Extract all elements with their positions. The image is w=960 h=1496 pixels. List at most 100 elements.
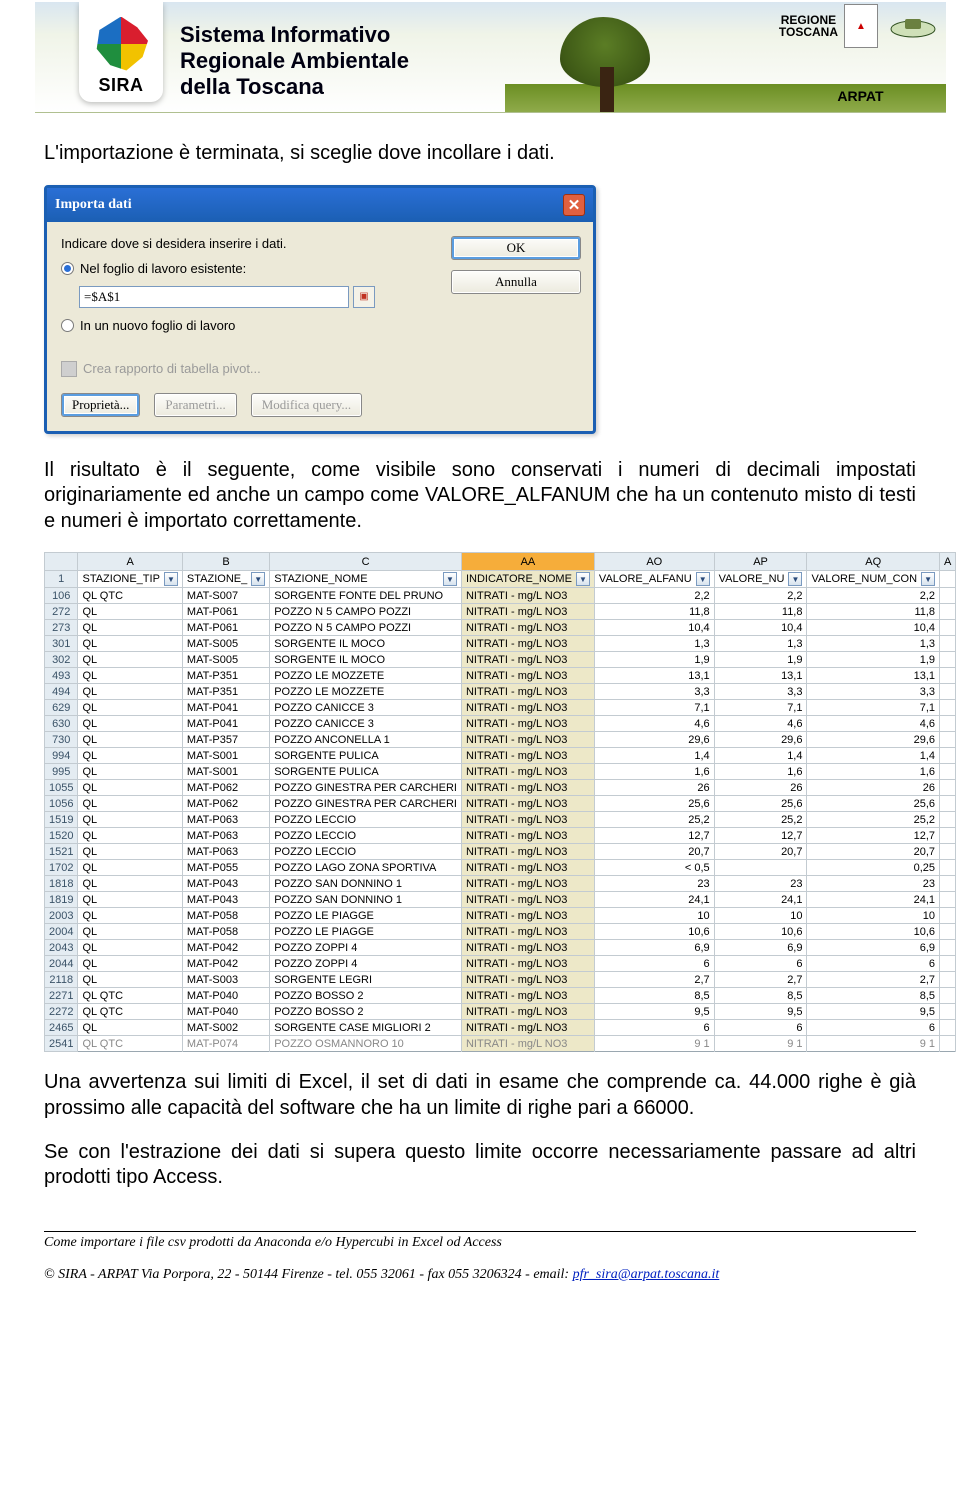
cell[interactable]: POZZO LAGO ZONA SPORTIVA [270,860,462,876]
cell[interactable]: MAT-S001 [182,748,269,764]
cell[interactable]: NITRATI - mg/L NO3 [461,1004,594,1020]
cell[interactable]: POZZO N 5 CAMPO POZZI [270,604,462,620]
cell[interactable]: 6 [594,956,714,972]
cell[interactable]: 2,7 [807,972,940,988]
cell[interactable]: 25,2 [807,812,940,828]
cell[interactable]: QL [78,700,182,716]
column-header[interactable]: STAZIONE_NOME▼ [270,571,462,588]
cell[interactable]: 0,25 [807,860,940,876]
cell[interactable]: QL [78,764,182,780]
cell[interactable]: QL [78,604,182,620]
cell[interactable] [940,1004,956,1020]
cell[interactable]: QL [78,876,182,892]
cell[interactable]: NITRATI - mg/L NO3 [461,924,594,940]
filter-dropdown-icon[interactable]: ▼ [576,572,590,586]
cell[interactable]: MAT-P063 [182,844,269,860]
cell[interactable]: MAT-S002 [182,1020,269,1036]
cell[interactable]: 8,5 [714,988,807,1004]
row-number[interactable]: 1056 [45,796,78,812]
cell[interactable]: NITRATI - mg/L NO3 [461,668,594,684]
cell[interactable]: 26 [807,780,940,796]
row-number[interactable]: 1 [45,571,78,588]
cell[interactable]: 7,1 [594,700,714,716]
row-number[interactable]: 1818 [45,876,78,892]
cell[interactable]: POZZO N 5 CAMPO POZZI [270,620,462,636]
cell[interactable] [940,684,956,700]
cell[interactable] [940,988,956,1004]
cell[interactable]: 25,6 [594,796,714,812]
cell[interactable]: 23 [594,876,714,892]
cell[interactable]: NITRATI - mg/L NO3 [461,620,594,636]
cell[interactable]: 7,1 [807,700,940,716]
cell[interactable]: 1,3 [714,636,807,652]
radio-new-sheet[interactable]: In un nuovo foglio di lavoro [61,318,433,333]
cell[interactable] [940,668,956,684]
radio-existing-sheet[interactable]: Nel foglio di lavoro esistente: [61,261,433,276]
cell[interactable]: QL [78,748,182,764]
cell[interactable]: MAT-P042 [182,956,269,972]
cell[interactable]: POZZO ZOPPI 4 [270,956,462,972]
cell[interactable]: MAT-P043 [182,892,269,908]
cell[interactable]: MAT-P040 [182,1004,269,1020]
cell[interactable]: NITRATI - mg/L NO3 [461,652,594,668]
cell[interactable]: 6,9 [594,940,714,956]
cell[interactable] [940,652,956,668]
cell[interactable] [940,876,956,892]
cell[interactable]: 1,3 [594,636,714,652]
cell[interactable]: MAT-P041 [182,716,269,732]
cell[interactable]: NITRATI - mg/L NO3 [461,860,594,876]
row-number[interactable]: 2118 [45,972,78,988]
cell[interactable]: 1,6 [714,764,807,780]
cell[interactable]: QL [78,908,182,924]
cell[interactable] [940,716,956,732]
row-number[interactable]: 2044 [45,956,78,972]
cell[interactable]: 1,9 [594,652,714,668]
cell[interactable]: 25,2 [714,812,807,828]
cell[interactable]: 29,6 [807,732,940,748]
cell[interactable]: 10 [807,908,940,924]
cell[interactable]: 4,6 [714,716,807,732]
cell[interactable]: 29,6 [594,732,714,748]
cell[interactable]: 3,3 [594,684,714,700]
cell[interactable]: 13,1 [594,668,714,684]
cell[interactable] [940,812,956,828]
cell[interactable]: MAT-P042 [182,940,269,956]
cell[interactable]: QL [78,812,182,828]
cell[interactable]: 1,6 [807,764,940,780]
cell[interactable]: QL [78,620,182,636]
row-number[interactable]: 1702 [45,860,78,876]
cell[interactable]: 6,9 [807,940,940,956]
cell[interactable] [940,828,956,844]
cell[interactable]: 2,7 [714,972,807,988]
cell[interactable] [940,972,956,988]
cell[interactable]: POZZO SAN DONNINO 1 [270,876,462,892]
cell[interactable]: 8,5 [807,988,940,1004]
cell[interactable]: SORGENTE PULICA [270,748,462,764]
cell[interactable] [940,748,956,764]
column-letter[interactable]: AQ [807,553,940,571]
cell[interactable]: < 0,5 [594,860,714,876]
cell[interactable]: MAT-P041 [182,700,269,716]
cell[interactable]: 3,3 [807,684,940,700]
cell[interactable]: 10,4 [714,620,807,636]
cell[interactable]: 23 [807,876,940,892]
row-number[interactable]: 1819 [45,892,78,908]
cell[interactable]: 25,6 [807,796,940,812]
cell[interactable]: MAT-P055 [182,860,269,876]
cell[interactable]: MAT-P063 [182,828,269,844]
cell[interactable]: NITRATI - mg/L NO3 [461,700,594,716]
cell[interactable] [940,844,956,860]
row-number[interactable]: 2004 [45,924,78,940]
cell[interactable]: SORGENTE PULICA [270,764,462,780]
cell[interactable] [940,780,956,796]
cell[interactable] [940,732,956,748]
row-number[interactable]: 2271 [45,988,78,1004]
cell[interactable]: 1,9 [714,652,807,668]
cell[interactable]: MAT-P063 [182,812,269,828]
cell[interactable]: QL [78,780,182,796]
cell[interactable]: 1,6 [594,764,714,780]
cell[interactable]: 11,8 [714,604,807,620]
filter-dropdown-icon[interactable]: ▼ [921,572,935,586]
row-number[interactable]: 106 [45,588,78,604]
range-picker-button[interactable]: ▣ [353,286,375,308]
